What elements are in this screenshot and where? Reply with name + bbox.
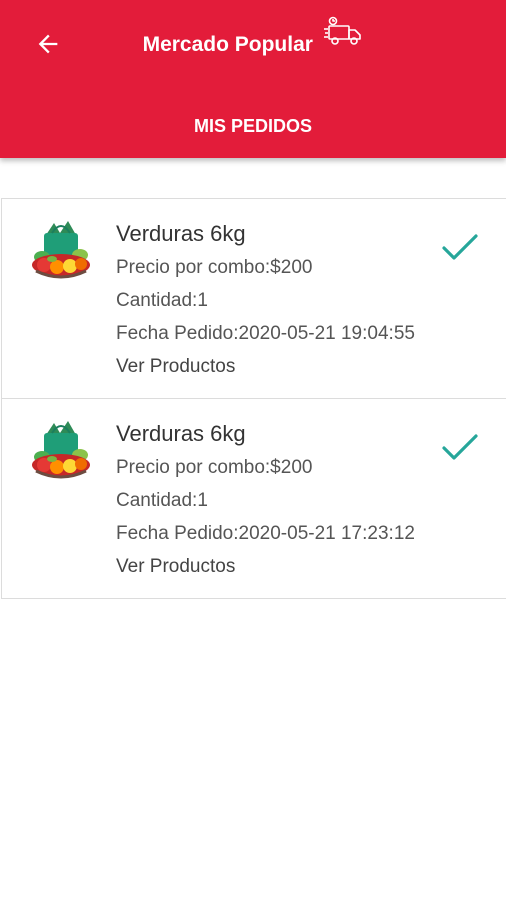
title-group: Mercado Popular <box>0 16 506 62</box>
checkmark-icon <box>442 434 478 460</box>
order-price: Precio por combo:$200 <box>116 457 313 478</box>
vegetable-basket-icon <box>32 421 90 479</box>
order-quantity: Cantidad:1 <box>116 290 208 311</box>
order-item[interactable]: Verduras 6kg Precio por combo:$200 Canti… <box>2 199 506 399</box>
order-date: Fecha Pedido:2020-05-21 17:23:12 <box>116 523 415 544</box>
order-details: Verduras 6kg Precio por combo:$200 Canti… <box>116 217 415 383</box>
view-products-link[interactable]: Ver Productos <box>116 550 415 583</box>
app-header: Mercado Popular MIS PEDIDOS <box>0 0 506 158</box>
order-product-name: Verduras 6kg <box>116 221 246 246</box>
order-details: Verduras 6kg Precio por combo:$200 Canti… <box>116 417 415 583</box>
app-title: Mercado Popular <box>142 33 313 56</box>
order-product-name: Verduras 6kg <box>116 421 246 446</box>
order-item[interactable]: Verduras 6kg Precio por combo:$200 Canti… <box>2 399 506 599</box>
order-price: Precio por combo:$200 <box>116 257 313 278</box>
tab-mis-pedidos[interactable]: MIS PEDIDOS <box>0 106 506 146</box>
checkmark-icon <box>442 234 478 260</box>
app-screen: Mercado Popular MIS PEDIDOS Verduras 6kg… <box>0 0 506 900</box>
order-quantity: Cantidad:1 <box>116 490 208 511</box>
delivery-truck-icon <box>324 16 362 45</box>
order-date: Fecha Pedido:2020-05-21 19:04:55 <box>116 323 415 344</box>
vegetable-basket-icon <box>32 221 90 279</box>
view-products-link[interactable]: Ver Productos <box>116 350 415 383</box>
orders-list: Verduras 6kg Precio por combo:$200 Canti… <box>1 198 506 599</box>
